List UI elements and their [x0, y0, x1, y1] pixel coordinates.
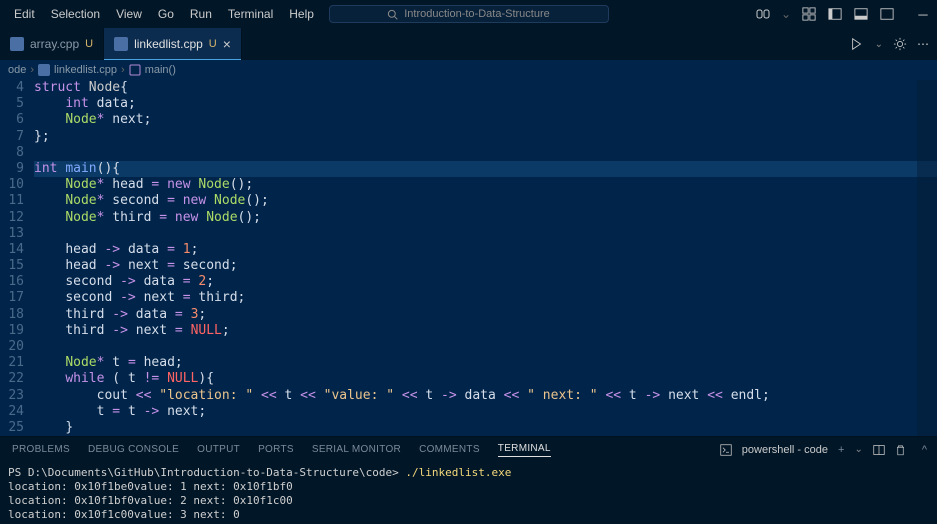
code-line[interactable]: third -> data = 3; [34, 307, 937, 323]
settings-gear-icon[interactable] [893, 37, 907, 51]
code-line[interactable] [34, 226, 937, 242]
split-terminal-icon[interactable] [873, 444, 885, 456]
cpp-file-icon [114, 37, 128, 51]
code-line[interactable]: struct Node{ [34, 80, 937, 96]
editor[interactable]: 4567891011121314151617181920212223242526… [0, 80, 937, 436]
kill-terminal-icon[interactable] [895, 444, 906, 456]
close-icon[interactable]: × [223, 36, 231, 52]
panel-tab-ports[interactable]: PORTS [258, 444, 294, 455]
code-line[interactable]: } [34, 420, 937, 436]
cpp-file-icon [10, 37, 24, 51]
minimize-icon[interactable]: ─ [915, 6, 931, 22]
code-line[interactable]: second -> next = third; [34, 290, 937, 306]
code-line[interactable]: }; [34, 129, 937, 145]
menu-run[interactable]: Run [182, 3, 220, 25]
copilot-chevron-icon[interactable]: ⌄ [781, 7, 791, 21]
terminal-command: ./linkedlist.exe [405, 466, 511, 479]
terminal-prompt: PS D:\Documents\GitHub\Introduction-to-D… [8, 466, 405, 479]
terminal-line: location: 0x10f1be0value: 1 next: 0x10f1… [8, 480, 929, 494]
breadcrumb[interactable]: ode › linkedlist.cpp › main() [0, 60, 937, 80]
tab-modified-badge: U [85, 38, 93, 50]
code-area[interactable]: struct Node{ int data; Node* next;}; int … [34, 80, 937, 436]
title-bar: EditSelectionViewGoRunTerminalHelp ← → I… [0, 0, 937, 28]
menu-view[interactable]: View [108, 3, 150, 25]
tab-label: linkedlist.cpp [134, 37, 203, 51]
terminal-shell-icon[interactable] [720, 444, 732, 456]
terminal-line: location: 0x10f1bf0value: 2 next: 0x10f1… [8, 494, 929, 508]
command-center-search[interactable]: Introduction-to-Data-Structure [329, 5, 609, 23]
search-icon [387, 9, 398, 20]
code-line[interactable]: second -> data = 2; [34, 274, 937, 290]
layout-customize-icon[interactable] [801, 6, 817, 22]
breadcrumb-folder: ode [8, 64, 26, 76]
code-line[interactable]: Node* head = new Node(); [34, 177, 937, 193]
tab-label: array.cpp [30, 37, 79, 51]
panel-tab-debug-console[interactable]: DEBUG CONSOLE [88, 444, 179, 455]
symbol-method-icon [129, 64, 141, 76]
code-line[interactable]: cout << "location: " << t << "value: " <… [34, 388, 937, 404]
menu-selection[interactable]: Selection [43, 3, 108, 25]
copilot-icon[interactable] [755, 6, 771, 22]
code-line[interactable]: int data; [34, 96, 937, 112]
layout-sidebar-right-icon[interactable] [879, 6, 895, 22]
terminal-line: location: 0x10f1c00value: 3 next: 0 [8, 508, 929, 522]
panel-tab-serial-monitor[interactable]: SERIAL MONITOR [312, 444, 401, 455]
menu-terminal[interactable]: Terminal [220, 3, 281, 25]
tab-modified-badge: U [209, 38, 217, 50]
panel-tab-bar: PROBLEMS DEBUG CONSOLE OUTPUT PORTS SERIAL M… [0, 436, 937, 462]
code-line[interactable]: Node* third = new Node(); [34, 210, 937, 226]
code-line[interactable] [34, 145, 937, 161]
code-line[interactable]: t = t -> next; [34, 404, 937, 420]
more-actions-icon[interactable]: ⋯ [917, 37, 929, 51]
editor-tab-bar: array.cpp Ulinkedlist.cpp U × ⌄ ⋯ [0, 28, 937, 60]
code-line[interactable]: third -> next = NULL; [34, 323, 937, 339]
code-line[interactable]: Node* next; [34, 112, 937, 128]
code-line[interactable]: head -> next = second; [34, 258, 937, 274]
layout-panel-icon[interactable] [853, 6, 869, 22]
run-chevron-icon[interactable]: ⌄ [875, 39, 883, 50]
layout-sidebar-left-icon[interactable] [827, 6, 843, 22]
code-line[interactable]: int main(){ [34, 161, 937, 177]
terminal-line: PS D:\Documents\GitHub\Introduction-to-D… [8, 466, 929, 480]
new-terminal-chevron-icon[interactable]: ⌄ [854, 444, 862, 455]
breadcrumb-symbol: main() [145, 64, 176, 76]
line-number-gutter: 4567891011121314151617181920212223242526 [0, 80, 34, 436]
panel-tab-terminal[interactable]: TERMINAL [498, 443, 551, 457]
terminal-shell-label[interactable]: powershell - code [742, 444, 828, 456]
run-play-icon[interactable] [849, 37, 865, 51]
code-line[interactable]: Node* t = head; [34, 355, 937, 371]
panel-tab-comments[interactable]: COMMENTS [419, 444, 480, 455]
panel-tab-problems[interactable]: PROBLEMS [12, 444, 70, 455]
code-line[interactable]: while ( t != NULL){ [34, 371, 937, 387]
cpp-file-icon [38, 64, 50, 76]
panel-tab-output[interactable]: OUTPUT [197, 444, 240, 455]
minimap[interactable] [917, 80, 937, 436]
menu-bar: EditSelectionViewGoRunTerminalHelp [6, 3, 322, 25]
code-line[interactable]: Node* second = new Node(); [34, 193, 937, 209]
terminal-output[interactable]: PS D:\Documents\GitHub\Introduction-to-D… [0, 462, 937, 524]
editor-tab[interactable]: array.cpp U [0, 28, 104, 60]
chevron-right-icon: › [30, 64, 34, 76]
code-line[interactable]: head -> data = 1; [34, 242, 937, 258]
breadcrumb-file: linkedlist.cpp [54, 64, 117, 76]
new-terminal-icon[interactable]: + [838, 444, 844, 456]
maximize-panel-icon[interactable]: ^ [922, 444, 927, 456]
menu-help[interactable]: Help [281, 3, 322, 25]
menu-go[interactable]: Go [150, 3, 182, 25]
chevron-right-icon: › [121, 64, 125, 76]
menu-edit[interactable]: Edit [6, 3, 43, 25]
search-placeholder: Introduction-to-Data-Structure [404, 8, 550, 20]
editor-tab[interactable]: linkedlist.cpp U × [104, 28, 242, 60]
code-line[interactable] [34, 339, 937, 355]
